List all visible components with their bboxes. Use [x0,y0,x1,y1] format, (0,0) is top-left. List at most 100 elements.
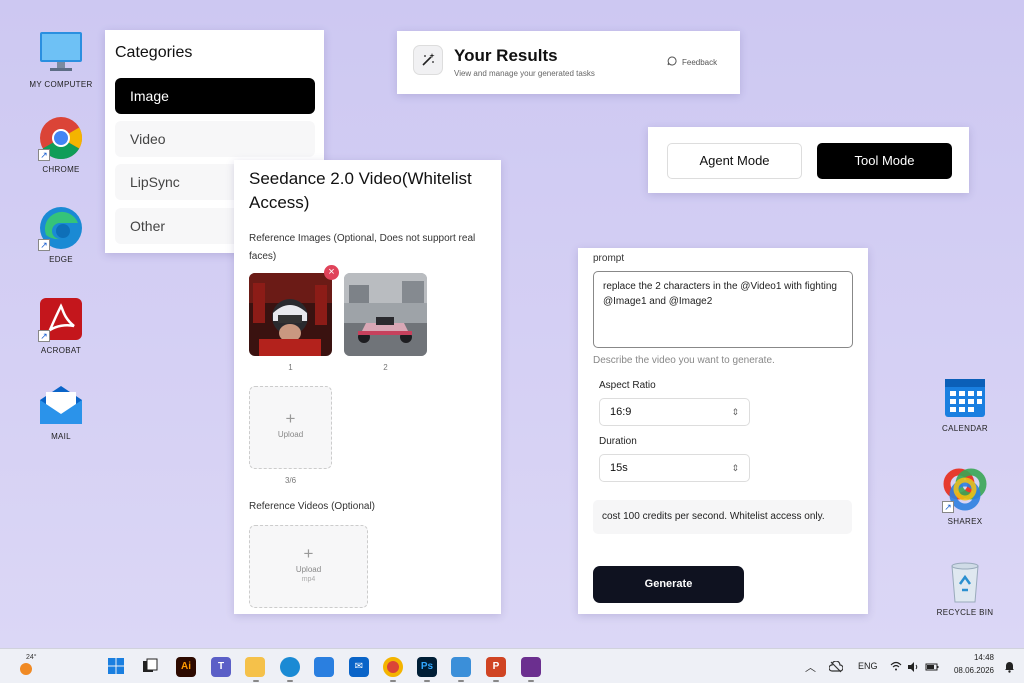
video-upload-label: Upload [295,565,322,574]
recycle-bin-icon [942,558,988,604]
remove-image-button[interactable]: × [324,265,339,280]
language-indicator[interactable]: ENG [858,661,878,671]
upload-count: 3/6 [284,476,297,485]
image-caption-2: 2 [383,363,388,372]
taskbar: 24° Ai T ✉ Ps P ︿ ENG 14:48 08.06.2026 [0,648,1024,683]
desktop-icon-mail[interactable]: MAIL [21,382,101,441]
plus-icon: + [303,544,314,563]
running-indicator [424,680,430,682]
task-view-icon[interactable] [140,657,160,677]
video-format-hint: mp4 [301,576,316,583]
desktop-icon-label: SHAREX [947,517,983,526]
aspect-ratio-value: 16:9 [610,406,632,418]
monitor-icon [38,30,84,76]
desktop-icon-calendar[interactable]: CALENDAR [925,374,1005,433]
acrobat-icon: ↗ [38,296,84,342]
photoshop-icon[interactable]: Ps [417,657,437,677]
prompt-label: prompt [593,253,625,264]
desktop-icon-edge[interactable]: ↗ EDGE [21,205,101,264]
reference-images-label: Reference Images (Optional, Does not sup… [249,233,476,262]
edge-taskbar-icon[interactable] [280,657,300,677]
reference-videos-label: Reference Videos (Optional) [249,501,375,512]
categories-title: Categories [115,44,193,61]
speaker-icon[interactable] [907,660,919,678]
desktop-icon-chrome[interactable]: ↗ CHROME [21,115,101,174]
running-indicator [287,680,293,682]
generate-button[interactable]: Generate [593,566,744,603]
desktop-icon-label: ACROBAT [40,346,82,355]
calendar-icon [942,374,988,420]
clock-date[interactable]: 08.06.2026 [944,666,994,675]
cost-note: cost 100 credits per second. Whitelist a… [593,500,852,534]
chevron-updown-icon: ⇕ [731,407,739,417]
tool-mode-button[interactable]: Tool Mode [817,143,952,179]
chevron-updown-icon: ⇕ [731,463,739,473]
running-indicator [253,680,259,682]
desktop-icon-my-computer[interactable]: MY COMPUTER [21,30,101,89]
upload-label: Upload [277,430,304,439]
video-upload-area[interactable]: + Upload mp4 [249,525,368,608]
weather-widget[interactable]: 24° [16,654,37,683]
chevron-up-icon[interactable]: ︿ [805,659,816,675]
sharex-icon: ↗ [942,467,988,513]
magic-wand-icon [413,45,443,75]
duration-select[interactable]: 15s ⇕ [599,454,750,482]
running-indicator [528,680,534,682]
desktop-icon-label: MAIL [51,432,71,441]
desktop-icon-acrobat[interactable]: ↗ ACROBAT [21,296,101,355]
model-title: Seedance 2.0 Video(Whitelist Access) [249,169,472,212]
results-subtitle: View and manage your generated tasks [454,69,595,78]
desktop-icon-label: RECYCLE BIN [936,608,994,617]
feedback-label: Feedback [682,57,718,67]
category-video[interactable]: Video [115,121,315,157]
clock-time[interactable]: 14:48 [950,653,994,662]
reference-image-2[interactable] [344,273,427,356]
desktop-icon-sharex[interactable]: ↗ SHAREX [925,467,1005,526]
file-explorer-icon[interactable] [245,657,265,677]
running-indicator [390,680,396,682]
store-icon[interactable] [314,657,334,677]
seedance-panel: Seedance 2.0 Video(Whitelist Access) Ref… [234,160,501,614]
sun-icon [20,663,32,675]
aspect-ratio-select[interactable]: 16:9 ⇕ [599,398,750,426]
teams-icon[interactable]: T [211,657,231,677]
cloud-icon[interactable] [828,660,844,678]
reference-image-1[interactable] [249,273,332,356]
wifi-icon[interactable] [890,660,902,675]
running-indicator [458,680,464,682]
results-title: Your Results [454,46,558,65]
desktop-icon-label: CHROME [42,165,80,174]
desktop-icon-label: EDGE [49,255,73,264]
desktop-icon-recycle-bin[interactable]: RECYCLE BIN [925,558,1005,617]
prompt-textarea[interactable]: replace the 2 characters in the @Video1 … [593,271,853,348]
mail-icon [38,382,84,428]
generation-form-panel: prompt replace the 2 characters in the @… [578,248,868,614]
agent-mode-button[interactable]: Agent Mode [667,143,802,179]
windows-start-icon[interactable] [106,657,126,677]
category-image[interactable]: Image [115,78,315,114]
mail-taskbar-icon[interactable]: ✉ [349,657,369,677]
duration-label: Duration [599,436,637,447]
chrome-taskbar-icon[interactable] [383,657,403,677]
weather-temp: 24° [26,654,37,661]
results-panel: Your Results View and manage your genera… [397,31,740,94]
image-caption-1: 1 [288,363,293,372]
image-upload-area[interactable]: + Upload [249,386,332,469]
battery-icon[interactable] [925,660,939,678]
winrar-icon[interactable] [521,657,541,677]
desktop-icon-label: MY COMPUTER [29,80,93,89]
plus-icon: + [285,409,296,428]
chrome-icon: ↗ [38,115,84,161]
mode-panel: Agent Mode Tool Mode [648,127,969,193]
feedback-button[interactable]: Feedback [667,56,717,68]
notification-bell-icon[interactable] [1004,660,1015,678]
photos-icon[interactable] [451,657,471,677]
chat-bubble-icon [667,56,677,68]
illustrator-icon[interactable]: Ai [176,657,196,677]
duration-value: 15s [610,462,628,474]
edge-icon: ↗ [38,205,84,251]
powerpoint-icon[interactable]: P [486,657,506,677]
running-indicator [493,680,499,682]
desktop-icon-label: CALENDAR [942,424,988,433]
prompt-hint: Describe the video you want to generate. [593,355,775,366]
